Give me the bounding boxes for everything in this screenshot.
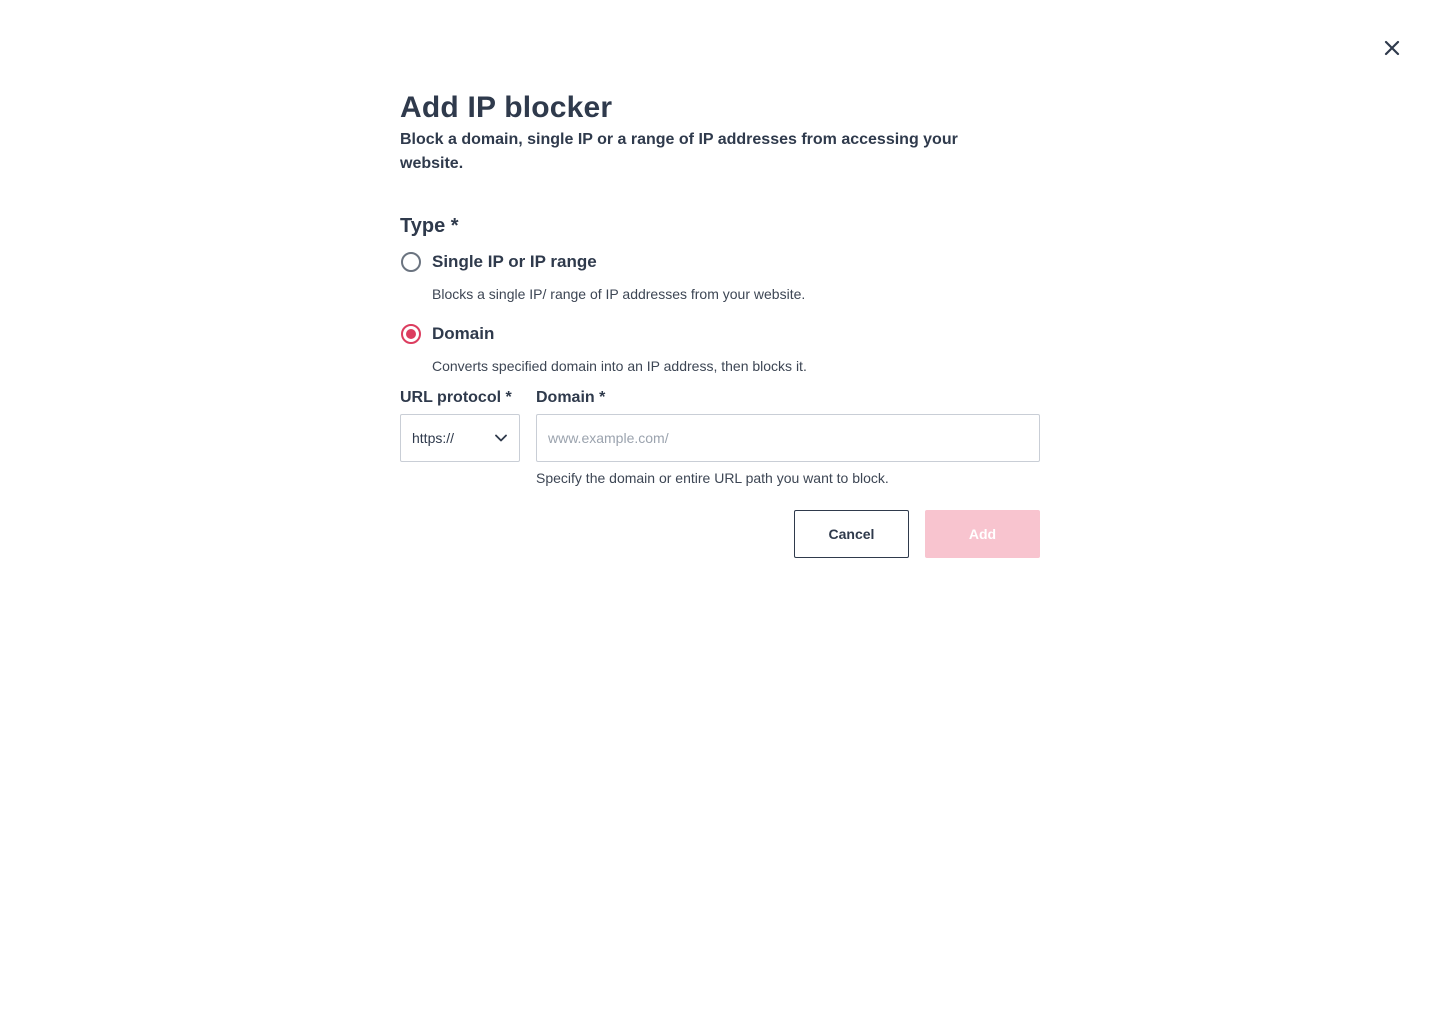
radio-option-domain[interactable]: Domain [400, 322, 1040, 346]
radio-description-single-ip: Blocks a single IP/ range of IP addresse… [432, 286, 806, 302]
cancel-button[interactable]: Cancel [794, 510, 909, 558]
url-protocol-label: URL protocol * [400, 389, 512, 406]
domain-label: Domain * [536, 389, 606, 406]
radio-label-domain: Domain [432, 324, 495, 343]
domain-helper-text: Specify the domain or entire URL path yo… [536, 470, 889, 486]
url-protocol-value: https:// [412, 430, 455, 446]
radio-button-single-ip[interactable] [401, 252, 421, 272]
dialog-actions: Cancel Add [400, 510, 1040, 558]
page: Add IP blocker Block a domain, single IP… [0, 0, 1440, 1024]
radio-description-domain: Converts specified domain into an IP add… [432, 358, 807, 374]
radio-option-single-ip[interactable]: Single IP or IP range [400, 250, 1040, 274]
add-ip-blocker-dialog: Add IP blocker Block a domain, single IP… [400, 88, 1040, 558]
dialog-subtitle: Block a domain, single IP or a range of … [400, 131, 958, 172]
domain-input[interactable] [536, 414, 1040, 462]
domain-field: Domain * Specify the domain or entire UR… [536, 386, 1040, 490]
chevron-down-icon [495, 434, 507, 442]
type-label: Type * [400, 215, 459, 237]
url-protocol-select[interactable]: https:// [400, 414, 520, 462]
add-button[interactable]: Add [925, 510, 1040, 558]
dialog-title: Add IP blocker [400, 91, 613, 124]
close-icon [1384, 40, 1400, 56]
form-fields: URL protocol * https:// Domain * Specify… [400, 386, 1040, 490]
radio-button-domain[interactable] [401, 324, 421, 344]
radio-label-single-ip: Single IP or IP range [432, 252, 597, 271]
close-button[interactable] [1380, 36, 1404, 60]
url-protocol-field: URL protocol * https:// [400, 386, 520, 490]
